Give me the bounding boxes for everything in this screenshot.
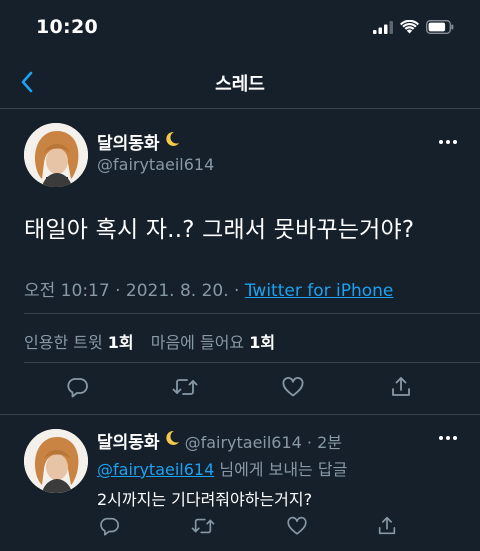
status-time: 10:20 [36,16,98,38]
reply-author-name[interactable]: 달의동화 [97,428,160,453]
more-icon [434,433,462,452]
like-icon [281,375,305,403]
like-icon [286,515,308,541]
share-button[interactable] [386,374,416,404]
reply-share-button[interactable] [372,513,402,543]
reply-button[interactable] [62,374,92,404]
tweet-time: 오전 10:17 · 2021. 8. 20. · [24,281,245,301]
divider [24,362,480,363]
like-button[interactable] [278,374,308,404]
reply-header: 달의동화 @fairytaeil614 · 2분 [97,428,342,453]
author-name[interactable]: 달의동화 [97,129,181,154]
thread-header: 스레드 [0,56,480,109]
retweet-icon [191,515,215,541]
reply-like-button[interactable] [282,513,312,543]
status-icons [373,19,454,37]
tweet-actions [0,374,480,404]
signal-icon [373,19,393,38]
reply-reply-button[interactable] [94,513,124,543]
replying-to-suffix: 님에게 보내는 답글 [214,460,348,479]
reply-text: 2시까지는 기다려줘야하는거지? [97,490,313,509]
reply-actions [0,513,480,543]
replying-to: @fairytaeil614 님에게 보내는 답글 [97,456,347,480]
more-button[interactable] [434,132,462,152]
avatar[interactable] [24,123,88,187]
author-handle[interactable]: @fairytaeil614 [97,155,214,174]
reply-more-button[interactable] [434,428,462,448]
divider [24,313,480,314]
moon-icon [163,429,181,452]
tweet-timestamp: 오전 10:17 · 2021. 8. 20. · Twitter for iP… [24,276,393,301]
retweet-icon [172,375,198,403]
share-icon [376,515,398,541]
quote-tweets-stat[interactable]: 인용한 트윗 1회 [24,333,134,352]
reply-icon [98,515,120,541]
author-name-text: 달의동화 [97,134,160,154]
wifi-icon [400,19,419,38]
quote-tweets-label: 인용한 트윗 [24,333,108,352]
thread-screen: 10:20 스레드 달의동화 @fairytaeil614 태일아 혹시 자..… [0,0,480,551]
reply-icon [65,375,89,403]
likes-label: 마음에 들어요 [150,333,250,352]
status-bar: 10:20 [0,0,480,56]
reply-mention-link[interactable]: @fairytaeil614 [97,460,214,479]
tweet-stats: 인용한 트윗 1회 마음에 들어요 1회 [24,329,287,353]
tweet-source-link[interactable]: Twitter for iPhone [245,281,394,301]
divider [0,414,480,415]
reply-handle-time[interactable]: @fairytaeil614 · 2분 [185,429,342,453]
likes-stat[interactable]: 마음에 들어요 1회 [151,333,275,352]
more-icon [434,137,462,156]
tweet-text: 태일아 혹시 자..? 그래서 못바꾸는거야? [24,217,415,243]
battery-icon [426,19,454,38]
retweet-button[interactable] [170,374,200,404]
reply-avatar[interactable] [24,429,88,493]
share-icon [389,375,413,403]
moon-icon [163,130,181,153]
quote-tweets-count: 1회 [107,333,134,352]
page-title: 스레드 [215,74,265,95]
reply-retweet-button[interactable] [188,513,218,543]
likes-count: 1회 [249,333,276,352]
